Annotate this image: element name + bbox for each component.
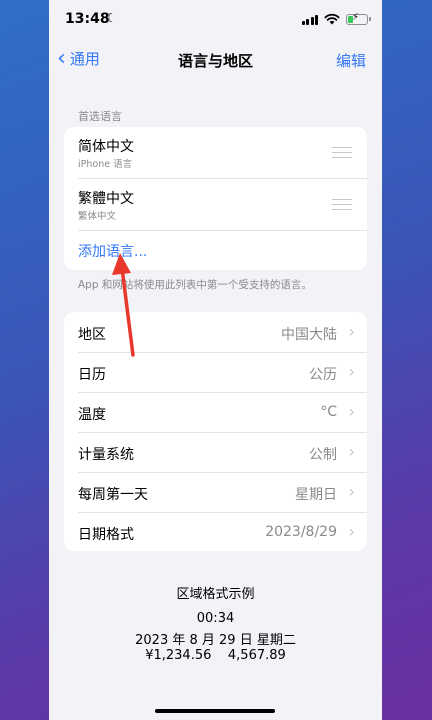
language-footnote: App 和网站将使用此列表中第一个受支持的语言。 [78,279,312,291]
format-example-time: 00:34 [196,611,235,626]
signal-icon [301,14,318,25]
status-time: 13:48 [65,11,110,27]
row-label: 计量系统 [78,447,134,463]
region-settings-list: 地区 中国大陆 › 日历 公历 › 温度 °C › 计量系统 公制 › 每周第一… [64,312,367,551]
format-example-numbers: ¥1,234.56 4,567.89 [145,648,286,663]
preferred-languages-header: 首选语言 [78,110,122,123]
language-subtitle: 繁体中文 [78,211,117,222]
status-bar: 13:48 ☾ ⚡ [49,0,382,40]
row-label: 日期格式 [78,527,134,543]
row-value: 中国大陆 [281,327,337,343]
charging-bolt-icon: ⚡ [352,11,360,23]
add-language-button[interactable]: 添加语言... [78,241,147,261]
edit-button[interactable]: 编辑 [336,50,366,71]
chevron-right-icon: › [348,402,355,421]
chevron-right-icon: › [348,442,355,461]
chevron-right-icon: › [348,362,355,381]
row-label: 地区 [78,327,106,343]
navigation-bar: ‹ 通用 语言与地区 编辑 [49,42,382,76]
status-icons: ⚡ [301,11,371,25]
format-example-title: 区域格式示例 [176,587,255,602]
row-value: °C [320,404,337,420]
language-name: 繁體中文 [78,191,134,207]
first-day-of-week-row[interactable]: 每周第一天 星期日 › [64,472,367,512]
row-label: 每周第一天 [78,487,148,503]
region-row[interactable]: 地区 中国大陆 › [64,312,367,352]
home-indicator [155,709,275,713]
measurement-system-row[interactable]: 计量系统 公制 › [64,432,367,472]
page-title: 语言与地区 [177,52,253,70]
row-label: 日历 [78,367,106,383]
chevron-right-icon: › [348,322,355,341]
row-value: 公历 [309,367,337,383]
calendar-row[interactable]: 日历 公历 › [64,352,367,392]
language-subtitle: iPhone 语言 [78,159,133,170]
language-list: 简体中文 iPhone 语言 繁體中文 繁体中文 添加语言... [64,127,367,270]
row-value: 星期日 [295,487,337,503]
chevron-right-icon: › [348,522,355,541]
battery-icon: ⚡ [346,11,371,25]
phone-screen: 13:48 ☾ ⚡ ‹ 通用 语言与地区 编辑 首选语言 简体中文 iPhone… [49,0,382,720]
row-value: 2023/8/29 [265,524,337,540]
language-item-simplified-chinese[interactable]: 简体中文 iPhone 语言 [64,127,367,178]
divider [78,230,367,231]
format-example-date: 2023 年 8 月 29 日 星期二 [135,633,296,648]
language-name: 简体中文 [78,139,134,155]
language-item-traditional-chinese[interactable]: 繁體中文 繁体中文 [64,179,367,230]
reorder-handle-icon[interactable] [332,199,352,213]
moon-icon: ☾ [106,11,117,25]
date-format-row[interactable]: 日期格式 2023/8/29 › [64,512,367,551]
row-value: 公制 [309,447,337,463]
temperature-row[interactable]: 温度 °C › [64,392,367,432]
row-label: 温度 [78,407,106,423]
chevron-right-icon: › [348,482,355,501]
wifi-icon [324,13,340,25]
reorder-handle-icon[interactable] [332,147,352,161]
